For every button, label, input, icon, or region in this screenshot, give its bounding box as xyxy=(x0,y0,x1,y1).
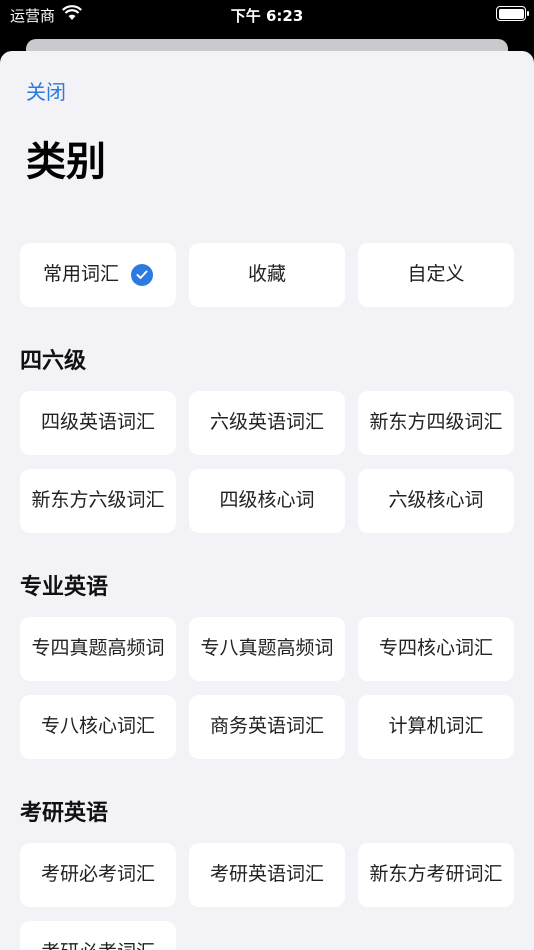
tile-label: 六级英语词汇 xyxy=(209,411,324,434)
checkmark-icon xyxy=(131,264,153,286)
tile-xdf-cet4-words[interactable]: 新东方四级词汇 xyxy=(358,391,514,455)
close-button[interactable]: 关闭 xyxy=(26,76,66,105)
tile-cet6-core[interactable]: 六级核心词 xyxy=(358,469,514,533)
tile-business-english[interactable]: 商务英语词汇 xyxy=(189,695,345,759)
tile-tem8-core[interactable]: 专八核心词汇 xyxy=(20,695,176,759)
tile-cet4-core[interactable]: 四级核心词 xyxy=(189,469,345,533)
tile-label: 新东方考研词汇 xyxy=(369,863,503,886)
section-title-tem: 专业英语 xyxy=(20,575,109,600)
tile-computer-words[interactable]: 计算机词汇 xyxy=(358,695,514,759)
tile-label: 专四真题高频词 xyxy=(31,637,165,660)
tile-postgrad-english[interactable]: 考研英语词汇 xyxy=(189,843,345,907)
tile-xdf-cet6-words[interactable]: 新东方六级词汇 xyxy=(20,469,176,533)
tile-label: 六级核心词 xyxy=(388,489,484,512)
tile-favorites[interactable]: 收藏 xyxy=(189,243,345,307)
tile-tem8-frequent[interactable]: 专八真题高频词 xyxy=(189,617,345,681)
tile-label: 四级英语词汇 xyxy=(40,411,155,434)
page-title: 类别 xyxy=(26,139,106,185)
tile-postgrad-must[interactable]: 考研必考词汇 xyxy=(20,843,176,907)
tile-xdf-postgrad[interactable]: 新东方考研词汇 xyxy=(358,843,514,907)
tile-common-words[interactable]: 常用词汇 xyxy=(20,243,176,307)
status-bar: 运营商 下午 6:23 xyxy=(0,0,534,30)
tile-label: 收藏 xyxy=(247,263,286,286)
tile-label: 考研必考词汇 xyxy=(41,941,155,950)
tile-label: 专八真题高频词 xyxy=(200,637,334,660)
tile-postgrad-must-2[interactable]: 考研必考词汇 xyxy=(20,921,176,950)
tile-label: 商务英语词汇 xyxy=(209,715,324,738)
tile-label: 考研必考词汇 xyxy=(40,863,155,886)
tile-tem4-frequent[interactable]: 专四真题高频词 xyxy=(20,617,176,681)
tile-cet4-words[interactable]: 四级英语词汇 xyxy=(20,391,176,455)
tile-label: 计算机词汇 xyxy=(388,715,484,738)
tile-cet6-words[interactable]: 六级英语词汇 xyxy=(189,391,345,455)
section-title-postgrad: 考研英语 xyxy=(20,801,109,826)
battery-icon xyxy=(496,6,529,21)
status-time: 下午 6:23 xyxy=(230,7,304,25)
tile-tem4-core[interactable]: 专四核心词汇 xyxy=(358,617,514,681)
tile-label: 新东方六级词汇 xyxy=(31,489,165,512)
tile-label: 新东方四级词汇 xyxy=(369,411,503,434)
tile-label: 专四核心词汇 xyxy=(378,637,493,660)
tile-label: 考研英语词汇 xyxy=(209,863,324,886)
tile-label: 四级核心词 xyxy=(219,489,315,512)
tile-label: 常用词汇 xyxy=(42,263,119,286)
tile-label: 自定义 xyxy=(407,263,465,286)
section-title-cet: 四六级 xyxy=(20,349,87,374)
category-sheet: 关闭 类别 常用词汇 收藏 自定义 四六级 四级英语词汇 六级英语词汇 新东方四… xyxy=(0,51,534,950)
tile-custom[interactable]: 自定义 xyxy=(358,243,514,307)
tile-label: 专八核心词汇 xyxy=(40,715,155,738)
